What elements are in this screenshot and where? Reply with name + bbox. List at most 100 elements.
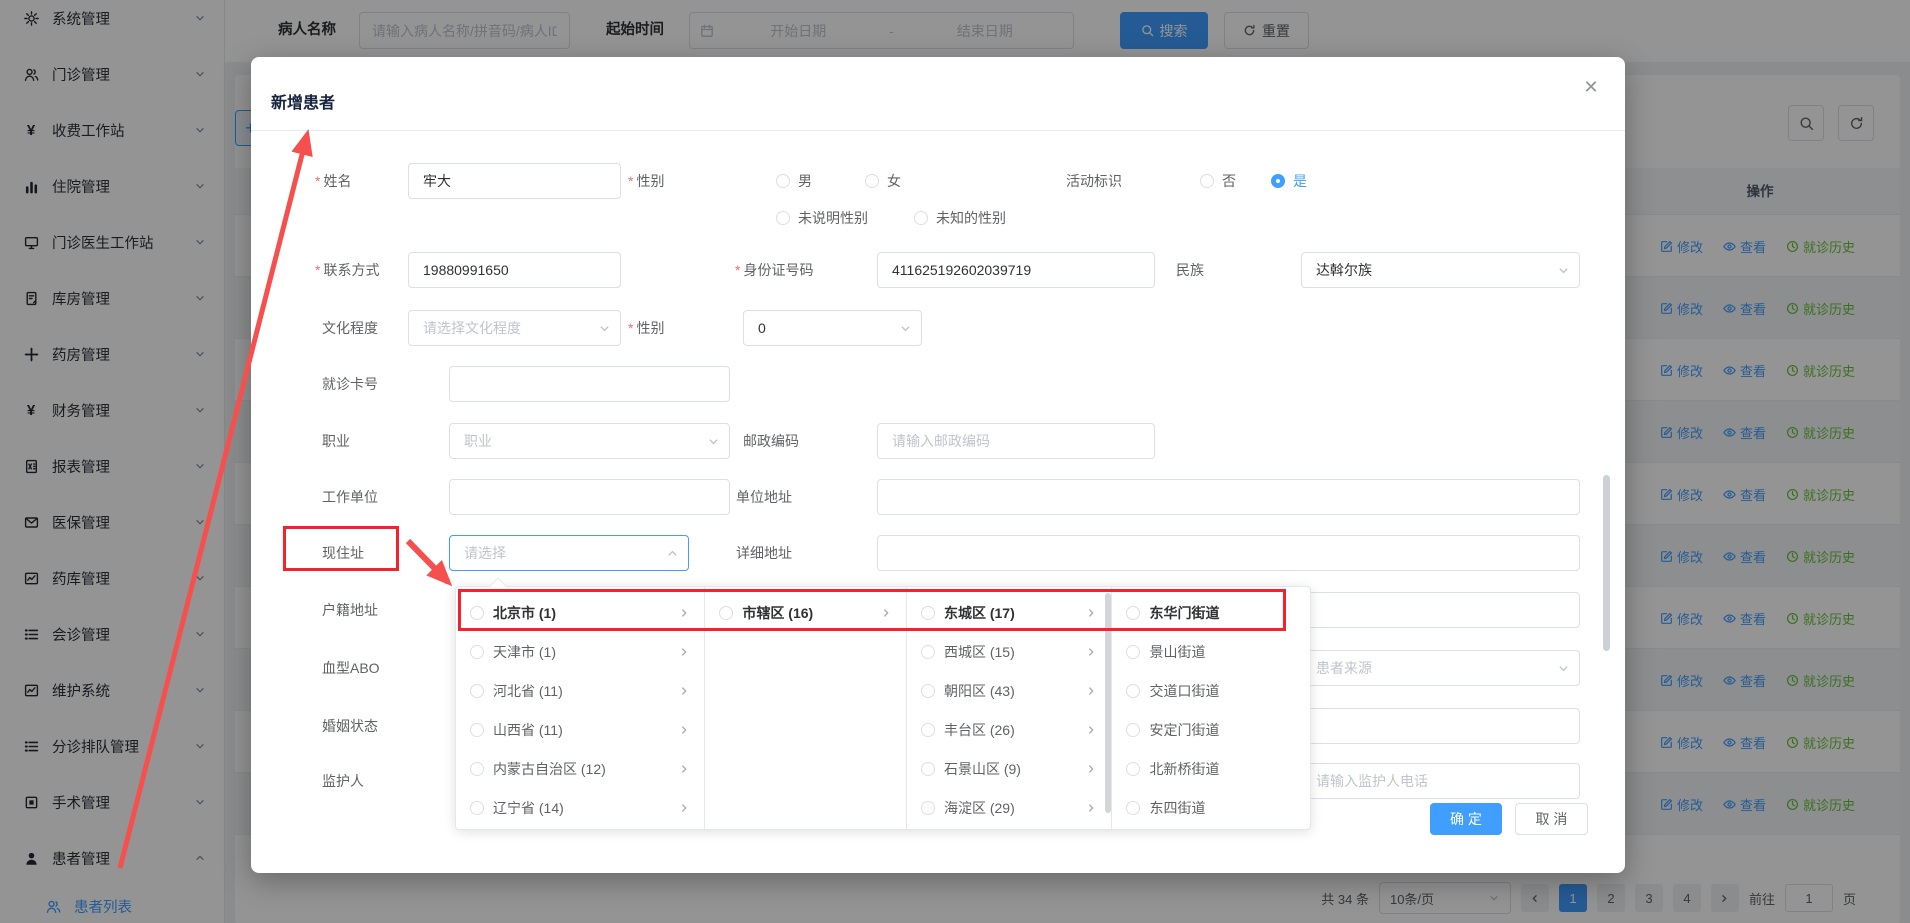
modal-scrollbar[interactable] (1603, 475, 1610, 651)
radio-icon (921, 723, 935, 737)
active-flag-radio-yes[interactable]: 是 (1271, 163, 1307, 199)
gender-radio-male[interactable]: 男 (776, 163, 812, 199)
close-icon[interactable]: ✕ (1577, 73, 1605, 101)
cascader-option[interactable]: 丰台区 (26) (907, 710, 1112, 749)
radio-icon (470, 606, 484, 620)
occupation-select[interactable]: 职业 (449, 423, 730, 459)
cascader-option[interactable]: 辽宁省 (14) (456, 788, 704, 827)
cascader-option[interactable]: 北新桥街道 (1112, 749, 1310, 788)
education-label: 文化程度 (322, 310, 378, 346)
ethnicity-select[interactable]: 达斡尔族 (1301, 252, 1580, 288)
modal-divider (251, 130, 1625, 131)
gender-code-label: *性别 (628, 310, 664, 346)
guardian-label: 监护人 (322, 763, 364, 799)
card-no-input-box (449, 366, 730, 402)
chevron-down-icon (707, 435, 720, 448)
chevron-down-icon (1557, 662, 1570, 675)
id-number-input-box (877, 252, 1155, 288)
gender-radio-unstated[interactable]: 未说明性别 (776, 205, 868, 231)
work-unit-label: 工作单位 (322, 479, 378, 515)
cascader-option[interactable]: 东华门街道 (1112, 593, 1310, 632)
radio-icon (1126, 645, 1140, 659)
cascader-option[interactable]: 北京市 (1) (456, 593, 704, 632)
active-flag-label: 活动标识 (1066, 163, 1122, 199)
radio-icon (470, 684, 484, 698)
current-address-cascader[interactable]: 请选择 (449, 535, 689, 571)
name-input-box (408, 163, 621, 199)
postal-code-input-box (877, 423, 1155, 459)
radio-icon (1126, 606, 1140, 620)
chevron-right-icon (678, 607, 690, 619)
cancel-button[interactable]: 取 消 (1515, 803, 1588, 835)
cascader-option[interactable]: 东四街道 (1112, 788, 1310, 827)
radio-icon (921, 801, 935, 815)
gender-radio-female[interactable]: 女 (865, 163, 901, 199)
contact-input[interactable] (409, 253, 620, 287)
radio-icon (865, 174, 879, 188)
cascader-option[interactable]: 海淀区 (29) (907, 788, 1112, 827)
marital-status-label: 婚姻状态 (322, 708, 378, 744)
unit-address-label: 单位地址 (736, 479, 792, 515)
card-no-input[interactable] (450, 367, 729, 401)
gender-label: *性别 (628, 163, 664, 199)
radio-icon (921, 645, 935, 659)
cascader-option[interactable]: 东城区 (17) (907, 593, 1112, 632)
chevron-right-icon (678, 724, 690, 736)
chevron-right-icon (880, 607, 892, 619)
cascader-option[interactable]: 山西省 (11) (456, 710, 704, 749)
radio-icon (470, 723, 484, 737)
radio-icon (470, 762, 484, 776)
radio-icon (470, 645, 484, 659)
postal-code-input[interactable] (878, 424, 1154, 458)
postal-code-label: 邮政编码 (743, 423, 799, 459)
contact-label: *联系方式 (315, 252, 379, 288)
confirm-button[interactable]: 确 定 (1430, 803, 1502, 835)
cascader-column: 北京市 (1)天津市 (1)河北省 (11)山西省 (11)内蒙古自治区 (12… (456, 587, 704, 829)
registered-address-label: 户籍地址 (322, 592, 378, 628)
cascader-option[interactable]: 景山街道 (1112, 632, 1310, 671)
unit-address-input-box (877, 479, 1580, 515)
cascader-column: 东华门街道景山街道交道口街道安定门街道北新桥街道东四街道 (1111, 587, 1310, 829)
work-unit-input-box (449, 479, 730, 515)
radio-icon (1126, 801, 1140, 815)
radio-icon (470, 801, 484, 815)
cascader-option[interactable]: 市辖区 (16) (705, 593, 906, 632)
radio-icon (1126, 762, 1140, 776)
gender-radio-unknown[interactable]: 未知的性别 (914, 205, 1006, 231)
name-input[interactable] (409, 164, 620, 198)
current-address-label: 现住址 (322, 535, 364, 571)
cascader-option[interactable]: 朝阳区 (43) (907, 671, 1112, 710)
radio-selected-icon (1271, 174, 1285, 188)
chevron-right-icon (1085, 646, 1097, 658)
guardian-phone-input[interactable] (1302, 764, 1579, 798)
cascader-option[interactable]: 内蒙古自治区 (12) (456, 749, 704, 788)
ethnicity-label: 民族 (1176, 252, 1204, 288)
radio-icon (776, 174, 790, 188)
radio-icon (1126, 723, 1140, 737)
cascader-option[interactable]: 天津市 (1) (456, 632, 704, 671)
cascader-option[interactable]: 安定门街道 (1112, 710, 1310, 749)
address-cascader-dropdown: 北京市 (1)天津市 (1)河北省 (11)山西省 (11)内蒙古自治区 (12… (455, 586, 1311, 830)
radio-icon (1200, 174, 1214, 188)
active-flag-radio-no[interactable]: 否 (1200, 163, 1236, 199)
work-unit-input[interactable] (450, 480, 729, 514)
unit-address-input[interactable] (878, 480, 1579, 514)
chevron-right-icon (678, 802, 690, 814)
cascader-option[interactable]: 西城区 (15) (907, 632, 1112, 671)
cascader-option[interactable]: 交道口街道 (1112, 671, 1310, 710)
radio-icon (1126, 684, 1140, 698)
chevron-right-icon (1085, 685, 1097, 697)
cascader-scrollbar[interactable] (1105, 593, 1111, 813)
gender-code-select[interactable]: 0 (743, 310, 922, 346)
card-no-label: 就诊卡号 (322, 366, 378, 402)
cascader-option[interactable]: 石景山区 (9) (907, 749, 1112, 788)
cascader-option[interactable]: 河北省 (11) (456, 671, 704, 710)
radio-icon (921, 684, 935, 698)
modal-title: 新增患者 (271, 89, 335, 113)
education-select[interactable]: 请选择文化程度 (408, 310, 621, 346)
detail-address-input[interactable] (878, 536, 1579, 570)
patient-source-select[interactable]: 患者来源 (1301, 650, 1580, 686)
chevron-right-icon (678, 685, 690, 697)
chevron-right-icon (1085, 607, 1097, 619)
id-number-input[interactable] (878, 253, 1154, 287)
